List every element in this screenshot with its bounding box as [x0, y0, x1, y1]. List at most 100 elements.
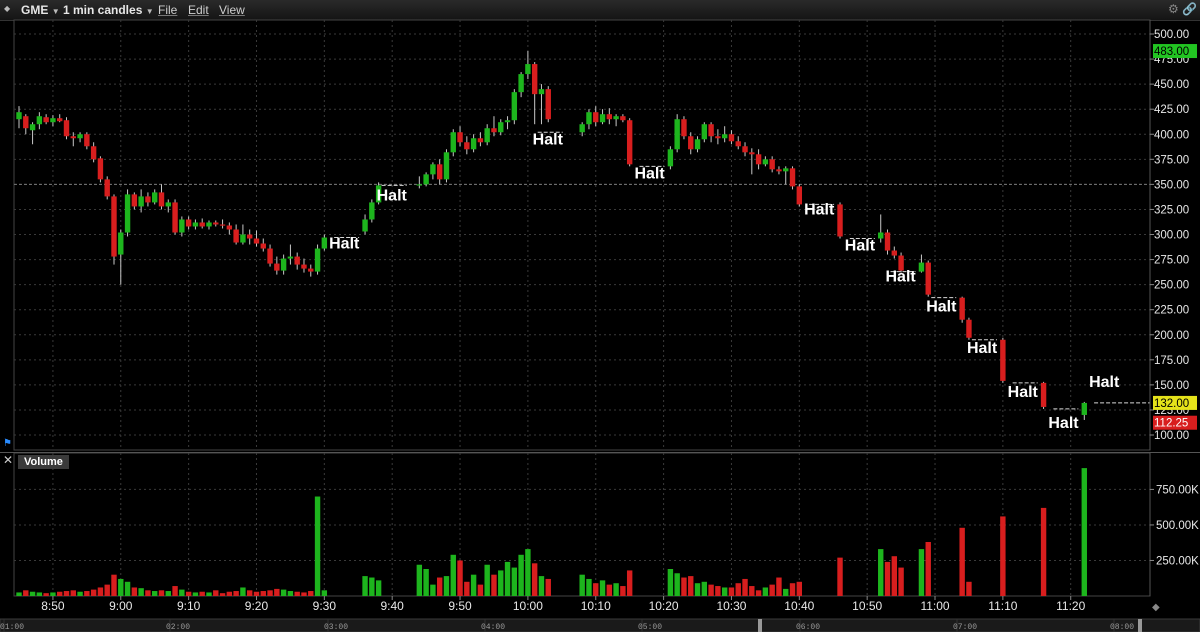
price-tick-label: 200.00	[1154, 330, 1189, 342]
candle-body	[491, 128, 497, 133]
volume-bar	[545, 578, 551, 596]
navigator-label: 02:00	[166, 623, 190, 632]
time-tick-label: 10:50	[852, 599, 882, 613]
pane-divider	[0, 452, 1200, 453]
halt-label: Halt	[967, 340, 998, 357]
volume-bar	[667, 569, 674, 596]
volume-bar	[518, 554, 524, 596]
price-chart[interactable]: ⚑ Halt Halt Halt Halt Halt Halt Halt Halt Halt Ha…	[0, 0, 1200, 632]
candle-body	[470, 138, 477, 150]
candle-body	[294, 256, 300, 265]
volume-bar	[1000, 516, 1006, 596]
volume-bar	[97, 587, 104, 596]
volume-bar	[701, 581, 708, 596]
navigator-handle-left	[758, 619, 762, 632]
candle-body	[586, 112, 592, 125]
volume-bar	[531, 563, 538, 596]
volume-bar	[538, 576, 545, 596]
volume-bar	[918, 549, 925, 596]
candle-body	[233, 229, 239, 243]
candle-body	[77, 134, 83, 139]
candle-body	[90, 146, 97, 160]
candle-body	[111, 196, 117, 257]
volume-bar	[783, 588, 789, 596]
volume-bar	[470, 574, 477, 596]
volume-bar	[179, 589, 185, 596]
time-tick-label: 11:20	[1056, 599, 1085, 613]
candle-body	[749, 152, 755, 155]
price-marker-label: 132.00	[1154, 398, 1189, 410]
volume-bar	[165, 591, 171, 596]
candle-body	[260, 243, 266, 249]
candle-body	[124, 194, 131, 233]
candle-body	[769, 159, 775, 170]
candle-body	[199, 222, 205, 227]
candle-body	[511, 92, 518, 121]
candle-body	[131, 194, 138, 207]
candle-body	[172, 202, 178, 233]
time-tick-label: 10:10	[581, 599, 611, 613]
volume-bar	[226, 591, 233, 596]
candle-body	[715, 136, 721, 139]
candle-body	[287, 256, 294, 259]
volume-bar	[966, 581, 972, 596]
candle-body	[1081, 402, 1087, 415]
volume-bar	[145, 590, 151, 596]
volume-bar	[70, 590, 76, 596]
candle-body	[918, 262, 925, 272]
price-marker-label: 112.25	[1154, 418, 1188, 430]
price-marker-label: 483.00	[1154, 46, 1189, 58]
volume-bar	[430, 584, 436, 596]
axis-settings-icon: ◆	[1152, 602, 1160, 613]
halt-label: Halt	[329, 236, 360, 253]
candle-body	[118, 232, 124, 255]
volume-bar	[694, 583, 701, 596]
candle-body	[545, 89, 551, 120]
candle-body	[206, 222, 212, 227]
volume-bar	[172, 586, 178, 596]
close-volume-icon[interactable]: ✕	[3, 453, 13, 467]
volume-tick-label: 500.00K	[1156, 520, 1199, 532]
candle-body	[443, 152, 450, 180]
candle-body	[959, 297, 965, 320]
time-tick-label: 9:50	[448, 599, 472, 613]
volume-bar	[484, 564, 490, 596]
price-tick-label: 500.00	[1154, 29, 1189, 41]
volume-axis: 750.00K 500.00K 250.00K	[1149, 453, 1199, 596]
candle-body	[362, 219, 368, 232]
candle-body	[925, 262, 931, 295]
volume-bar	[23, 590, 29, 596]
volume-bar	[606, 584, 613, 596]
navigator-label: 06:00	[796, 623, 820, 632]
navigator-label: 01:00	[0, 623, 24, 632]
candle-body	[280, 258, 287, 271]
candle-body	[165, 202, 171, 207]
candle-body	[783, 168, 789, 172]
candle-body	[742, 146, 748, 153]
volume-bar	[599, 580, 606, 596]
candle-body	[878, 232, 884, 239]
price-tick-label: 100.00	[1154, 430, 1189, 442]
volume-bar	[959, 527, 965, 596]
halt-label: Halt	[804, 201, 835, 218]
candle-body	[708, 124, 714, 137]
candle-body	[457, 132, 463, 143]
candle-body	[613, 116, 619, 120]
halt-label: Halt	[926, 299, 957, 316]
volume-bar	[294, 591, 300, 596]
time-axis: 8:50 9:00 9:10 9:20 9:30 9:40 9:50 10:00 10:10 10…	[41, 596, 1160, 613]
volume-bar	[491, 574, 497, 596]
halt-label: Halt	[845, 238, 876, 255]
price-tick-label: 400.00	[1154, 129, 1189, 141]
candle-body	[240, 234, 246, 243]
volume-bar	[620, 586, 626, 596]
candle-body	[321, 237, 328, 249]
candle-body	[721, 134, 728, 139]
volume-bar	[280, 589, 287, 596]
candle-body	[450, 132, 456, 153]
time-navigator[interactable]: 01:00 02:00 03:00 04:00 05:00 06:00 07:00 08:00	[0, 618, 1200, 632]
candle-body	[1000, 339, 1006, 381]
candle-body	[531, 64, 538, 95]
volume-bar	[158, 590, 165, 596]
candle-body	[599, 114, 606, 123]
